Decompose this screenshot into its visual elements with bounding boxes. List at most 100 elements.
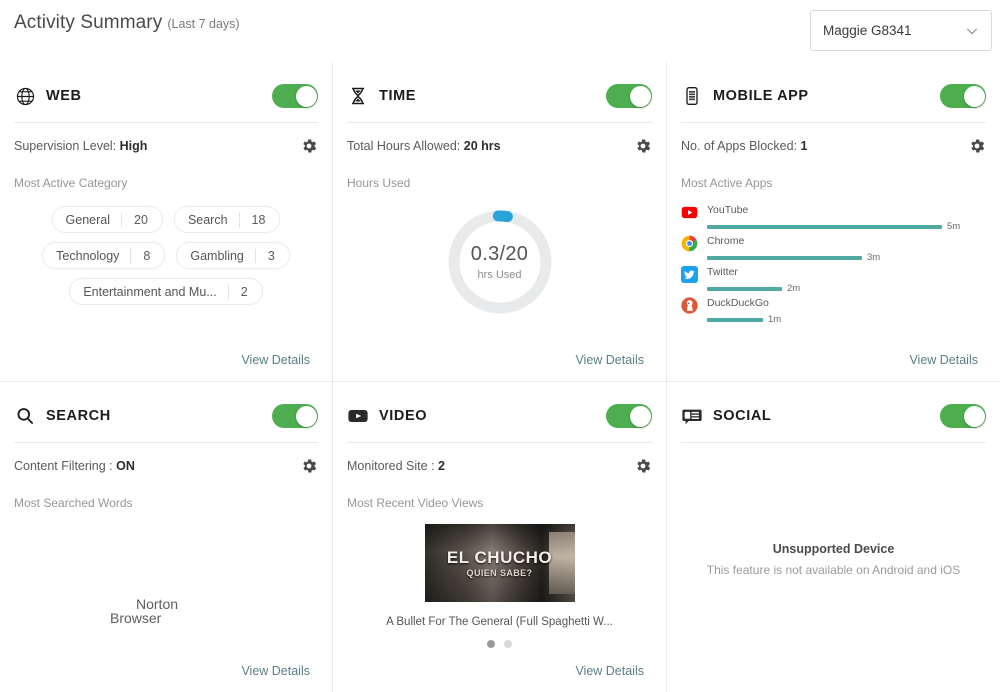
category-pill[interactable]: Technology8 [42,242,165,269]
supervision-level-text: Supervision Level: High [14,139,300,153]
monitored-site-label: Monitored Site : [347,459,435,473]
card-mobile-app: MOBILE APP No. of Apps Blocked: 1 Most A… [667,62,1000,382]
cards-grid: WEB Supervision Level: High Most Active … [0,62,1000,692]
app-name: YouTube [707,204,748,216]
app-usage-bar [707,287,782,291]
gauge-unit: hrs Used [477,269,521,281]
gear-icon[interactable] [634,137,652,155]
view-details-link-mobile-app[interactable]: View Details [909,353,978,367]
apps-blocked-value: 1 [801,139,808,153]
card-search: SEARCH Content Filtering : ON Most Searc… [0,382,333,692]
category-count: 18 [239,213,278,227]
activity-summary-page: Activity Summary(Last 7 days) Maggie G83… [0,0,1000,692]
page-title-period: (Last 7 days) [167,17,239,31]
view-details-link-time[interactable]: View Details [575,353,644,367]
category-pill[interactable]: General20 [52,206,163,233]
most-searched-words-label: Most Searched Words [14,496,318,510]
app-row: DuckDuckGo 1m [681,293,986,324]
carousel-dot-1[interactable] [487,640,495,648]
card-search-setting-row: Content Filtering : ON [14,446,318,486]
category-count: 20 [121,213,160,227]
category-pill[interactable]: Search18 [174,206,281,233]
gear-icon[interactable] [300,457,318,475]
gear-icon[interactable] [634,457,652,475]
gauge-value: 0.3/20 [471,243,528,266]
globe-icon [14,85,36,107]
toggle-knob [964,406,985,427]
card-web-toggle[interactable] [272,84,318,108]
divider [347,122,652,123]
video-title[interactable]: A Bullet For The General (Full Spaghetti… [386,616,613,628]
content-filtering-value: ON [116,459,135,473]
toggle-knob [296,406,317,427]
magnifier-icon [14,405,36,427]
user-selector-dropdown[interactable]: Maggie G8341 [810,10,992,51]
card-mobile-app-title: MOBILE APP [713,88,940,104]
card-video-setting-row: Monitored Site : 2 [347,446,652,486]
card-video: VIDEO Monitored Site : 2 Most Recent Vid… [333,382,667,692]
card-web: WEB Supervision Level: High Most Active … [0,62,333,382]
category-pill[interactable]: Gambling3 [176,242,289,269]
total-hours-allowed-text: Total Hours Allowed: 20 hrs [347,139,634,153]
view-details-link-web[interactable]: View Details [241,353,310,367]
card-social-title: SOCIAL [713,408,940,424]
app-body: YouTube 5m [707,200,986,232]
card-time-setting-row: Total Hours Allowed: 20 hrs [347,126,652,166]
app-row: Chrome 3m [681,231,986,262]
card-social-toggle[interactable] [940,404,986,428]
card-search-toggle[interactable] [272,404,318,428]
category-count: 3 [255,249,287,263]
duckduckgo-logo-icon [681,297,698,314]
toggle-knob [630,406,651,427]
app-row: YouTube 5m [681,200,986,231]
view-details-link-video[interactable]: View Details [575,664,644,678]
card-video-title: VIDEO [379,408,606,424]
total-hours-allowed-value: 20 hrs [464,139,501,153]
video-play-icon [347,405,369,427]
app-body: Chrome 3m [707,231,986,263]
video-thumbnail[interactable]: EL CHUCHO QUIEN SABE? [425,524,575,602]
toggle-knob [296,86,317,107]
card-web-setting-row: Supervision Level: High [14,126,318,166]
category-pill[interactable]: Entertainment and Mu...2 [69,278,262,305]
content-filtering-text: Content Filtering : ON [14,459,300,473]
category-name: Technology [56,249,130,263]
social-unsupported-message-block: Unsupported Device This feature is not a… [667,542,1000,577]
divider [14,122,318,123]
twitter-logo-icon [681,266,698,283]
card-video-toggle[interactable] [606,404,652,428]
carousel-dots [487,640,512,648]
selected-user-label: Maggie G8341 [823,23,965,38]
category-name: Gambling [190,249,255,263]
app-body: Twitter 2m [707,262,986,294]
divider [14,442,318,443]
app-name: DuckDuckGo [707,297,769,309]
view-details-link-search[interactable]: View Details [241,664,310,678]
app-name: Twitter [707,266,738,278]
hours-used-gauge: 0.3/20 hrs Used [446,208,554,316]
category-name: Search [188,213,239,227]
social-feed-icon [681,405,703,427]
most-active-apps-label: Most Active Apps [681,176,986,190]
carousel-dot-2[interactable] [504,640,512,648]
divider [681,442,986,443]
card-time-header: TIME [347,76,652,116]
card-search-title: SEARCH [46,408,272,424]
gear-icon[interactable] [968,137,986,155]
most-recent-video-views-label: Most Recent Video Views [347,496,652,510]
searched-words-cloud: Norton Browser [14,528,318,658]
chevron-down-icon [965,24,979,38]
card-mobile-app-toggle[interactable] [940,84,986,108]
card-time: TIME Total Hours Allowed: 20 hrs Hours U… [333,62,667,382]
monitored-site-value: 2 [438,459,445,473]
category-name: Entertainment and Mu... [83,285,227,299]
app-usage-list: YouTube 5m [681,200,986,324]
gear-icon[interactable] [300,137,318,155]
card-search-header: SEARCH [14,396,318,436]
app-body: DuckDuckGo 1m [707,293,986,325]
card-time-toggle[interactable] [606,84,652,108]
searched-word[interactable]: Browser [110,610,161,626]
card-mobile-app-setting-row: No. of Apps Blocked: 1 [681,126,986,166]
video-thumbnail-overlay-title: EL CHUCHO [425,548,575,568]
category-name: General [66,213,121,227]
